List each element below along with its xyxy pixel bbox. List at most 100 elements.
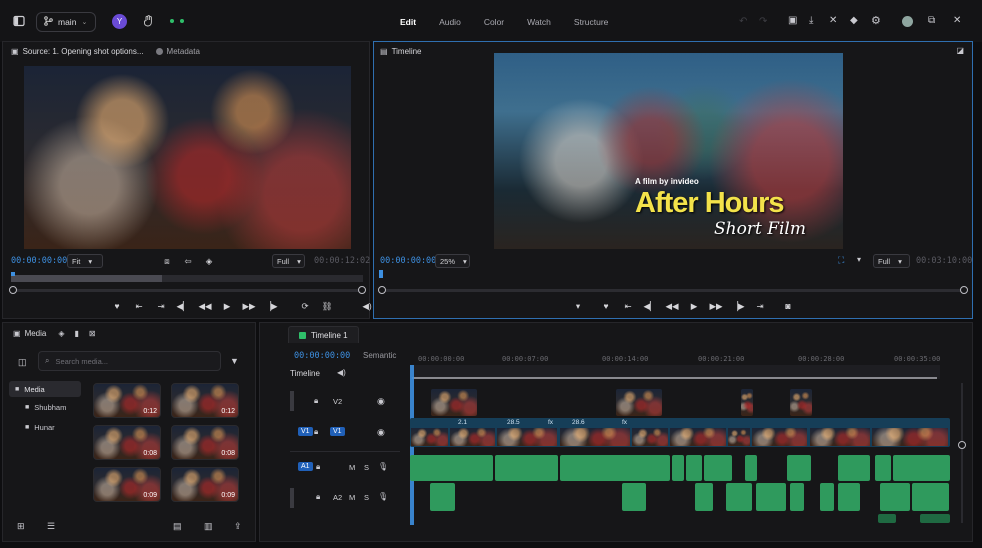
mic-icon[interactable]: 🎙︎	[378, 462, 388, 471]
track-label-v1[interactable]: V1	[330, 427, 345, 436]
step-back-icon[interactable]: ◀▏	[643, 300, 656, 312]
redo-icon[interactable]: ↷	[759, 16, 767, 27]
upload-icon[interactable]: ⇪	[234, 521, 242, 532]
play-icon[interactable]: ▶	[688, 300, 700, 312]
mic-icon[interactable]: 🎙︎	[378, 492, 388, 501]
source-timecode[interactable]: 00:00:00:00	[11, 256, 67, 266]
grid-view-icon[interactable]: ⊞	[17, 521, 25, 532]
video-clip[interactable]	[741, 389, 753, 416]
video-clip[interactable]	[810, 428, 870, 446]
snapshot-icon[interactable]: ◙	[782, 300, 794, 312]
video-clip[interactable]	[411, 428, 448, 446]
source-patch-a1[interactable]: A1	[298, 462, 313, 471]
solo-button[interactable]: S	[364, 463, 369, 472]
gallery-icon[interactable]: ⊠	[89, 329, 96, 338]
tab-watch[interactable]: Watch	[527, 17, 551, 27]
program-zoom-dropdown[interactable]: Full ▾	[873, 254, 910, 268]
program-scrub-end-knob[interactable]	[960, 286, 968, 294]
download-icon[interactable]: ⤓	[809, 15, 813, 26]
rewind-icon[interactable]: ◀◀	[665, 300, 678, 312]
audio-clip[interactable]	[878, 514, 896, 523]
video-clip[interactable]	[670, 428, 726, 446]
eye-icon[interactable]: ◉	[377, 396, 385, 407]
filter-icon[interactable]: ▼	[230, 356, 239, 366]
step-forward-icon[interactable]: ▕▶	[731, 300, 744, 312]
tag-icon[interactable]: ◆	[850, 15, 858, 26]
comment-icon[interactable]: ▣	[788, 15, 797, 26]
mark-in-icon[interactable]: ⇤	[133, 300, 145, 312]
mark-out-icon[interactable]: ⇥	[754, 300, 766, 312]
program-video-frame[interactable]: A film by invideo After Hours Short Film	[494, 53, 843, 249]
audio-clip[interactable]	[820, 483, 834, 511]
panel-layout-icon[interactable]: ◫	[18, 357, 27, 368]
insert-icon[interactable]: ⇦	[182, 255, 194, 267]
track-handle[interactable]	[290, 391, 294, 411]
program-zoom-pct-dropdown[interactable]: 25% ▾	[435, 254, 470, 268]
caret-down-icon[interactable]: ▾	[572, 300, 584, 312]
program-timecode[interactable]: 00:00:00:00	[380, 256, 436, 266]
gear-icon[interactable]: ⚙	[871, 14, 881, 27]
video-clip[interactable]	[497, 428, 557, 446]
lock-icon[interactable]: 🔒︎	[316, 492, 320, 502]
video-clip[interactable]	[616, 389, 662, 416]
step-forward-icon[interactable]: ▕▶	[264, 300, 277, 312]
source-range-bar[interactable]	[11, 275, 363, 282]
hand-tool-icon[interactable]	[141, 14, 155, 28]
audio-clip[interactable]	[790, 483, 804, 511]
media-thumb[interactable]: 0:09	[93, 467, 161, 502]
safe-area-icon[interactable]: ⛶	[838, 255, 844, 266]
audio-clip[interactable]	[726, 483, 752, 511]
search-input[interactable]: ⌕ Search media...	[38, 351, 221, 371]
tab-edit[interactable]: Edit	[400, 17, 416, 27]
lock-icon[interactable]: 🔒︎	[316, 462, 320, 472]
audio-clip[interactable]	[912, 483, 949, 511]
source-playhead[interactable]	[11, 272, 15, 276]
audio-clip[interactable]	[704, 455, 732, 481]
lock-icon[interactable]: 🔒︎	[314, 396, 318, 406]
source-scrub-start-knob[interactable]	[9, 286, 17, 294]
source-zoom-dropdown[interactable]: Full ▾	[272, 254, 305, 268]
bookmark-icon[interactable]: ▮	[75, 329, 79, 338]
folder-item-shubham[interactable]: ■ Shubham	[25, 403, 66, 412]
play-icon[interactable]: ▶	[221, 300, 233, 312]
close-icon[interactable]: ✕	[953, 15, 961, 26]
program-playhead[interactable]	[379, 270, 383, 278]
avatar[interactable]: Y	[112, 14, 127, 29]
semantic-toggle[interactable]: Semantic	[363, 351, 396, 360]
solo-button[interactable]: S	[364, 493, 369, 502]
video-clip[interactable]	[450, 428, 495, 446]
media-thumb[interactable]: 0:12	[171, 383, 239, 418]
audio-clip[interactable]	[745, 455, 757, 481]
tab-color[interactable]: Color	[484, 17, 504, 27]
branch-selector[interactable]: main ⌄	[36, 12, 96, 32]
media-thumb[interactable]: 0:08	[93, 425, 161, 460]
audio-clip[interactable]	[622, 483, 646, 511]
audio-clip[interactable]	[695, 483, 713, 511]
video-clip[interactable]	[752, 428, 807, 446]
tab-structure[interactable]: Structure	[574, 17, 609, 27]
undo-icon[interactable]: ↶	[739, 16, 747, 27]
video-clip[interactable]	[872, 428, 948, 446]
folder-item-media[interactable]: ■ Media	[9, 381, 81, 397]
favorite-icon[interactable]: ♥	[111, 300, 123, 312]
audio-clip[interactable]	[430, 483, 455, 511]
audio-clip[interactable]	[880, 483, 910, 511]
video-clip[interactable]	[431, 389, 477, 416]
source-title[interactable]: Source: 1. Opening shot options...	[23, 47, 144, 56]
overwrite-icon[interactable]: ⧈	[161, 255, 173, 267]
fit-dropdown[interactable]: Fit ▾	[67, 254, 103, 268]
audio-clip[interactable]	[875, 455, 891, 481]
audio-clip[interactable]	[920, 514, 950, 523]
source-video-frame[interactable]	[24, 66, 351, 249]
fast-forward-icon[interactable]: ▶▶	[709, 300, 722, 312]
tab-timeline-1[interactable]: Timeline 1	[288, 326, 359, 343]
audio-clip[interactable]	[686, 455, 702, 481]
caret-down-icon[interactable]: ▾	[857, 255, 861, 264]
user-avatar-icon[interactable]	[902, 16, 913, 27]
timeline-zoom-knob[interactable]	[958, 441, 966, 449]
audio-clip[interactable]	[672, 455, 684, 481]
fast-forward-icon[interactable]: ▶▶	[242, 300, 255, 312]
volume-icon[interactable]: ◀)	[361, 300, 373, 312]
rewind-icon[interactable]: ◀◀	[198, 300, 211, 312]
layers-icon[interactable]: ◈	[203, 255, 215, 267]
